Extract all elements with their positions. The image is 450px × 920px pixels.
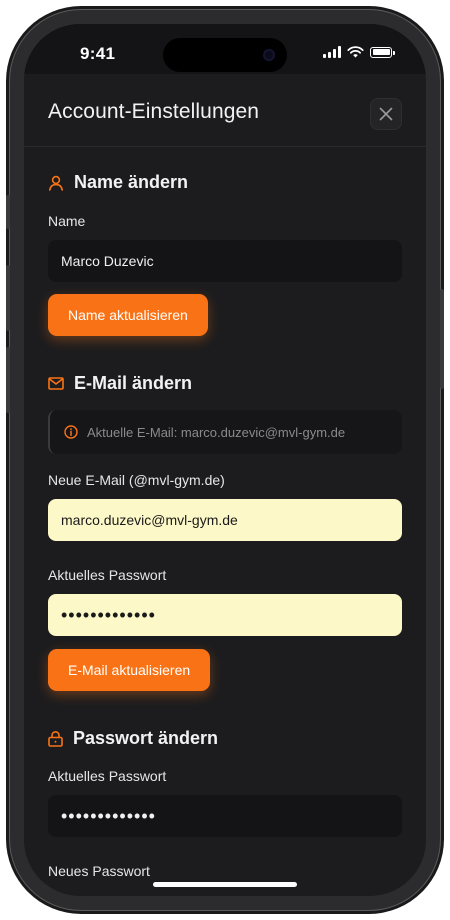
section-password-title: Passwort ändern <box>48 728 218 749</box>
action-button <box>6 195 10 229</box>
section-name-label: Name ändern <box>74 172 189 192</box>
new-email-label: Neue E-Mail (@mvl-gym.de) <box>48 472 225 488</box>
close-icon <box>379 107 393 121</box>
current-password-label: Aktuelles Passwort <box>48 768 167 784</box>
new-password-label: Neues Passwort <box>48 863 150 879</box>
status-bar: 9:41 <box>24 24 426 74</box>
name-field-label: Name <box>48 213 86 229</box>
mail-icon <box>48 377 64 390</box>
email-password-label: Aktuelles Passwort <box>48 567 167 583</box>
info-icon <box>64 425 78 439</box>
current-password-input[interactable]: ••••••••••••• <box>48 795 402 837</box>
status-time: 9:41 <box>80 44 116 63</box>
update-email-button[interactable]: E-Mail aktualisieren <box>48 649 211 691</box>
current-email-text: Aktuelle E-Mail: marco.duzevic@mvl-gym.d… <box>87 424 346 440</box>
lock-icon <box>48 730 63 747</box>
section-password-label: Passwort ändern <box>73 728 219 748</box>
dynamic-island <box>163 38 287 72</box>
name-input[interactable]: Marco Duzevic <box>48 240 402 282</box>
wifi-icon <box>347 46 364 58</box>
close-button[interactable] <box>370 98 402 130</box>
section-email-label: E-Mail ändern <box>74 373 193 393</box>
volume-down-button <box>6 347 10 413</box>
update-name-button[interactable]: Name aktualisieren <box>48 294 208 336</box>
home-indicator[interactable] <box>153 882 297 887</box>
user-icon <box>49 175 63 191</box>
camera-icon <box>263 49 275 61</box>
power-button <box>440 289 444 389</box>
cellular-signal-icon <box>323 46 341 58</box>
page-title: Account-Einstellungen <box>48 100 260 123</box>
section-email-title: E-Mail ändern <box>48 373 192 394</box>
battery-icon <box>370 46 395 58</box>
volume-up-button <box>6 265 10 331</box>
status-icons <box>323 46 395 58</box>
modal-header: Account-Einstellungen <box>24 74 426 147</box>
email-password-input[interactable]: ••••••••••••• <box>48 594 402 636</box>
current-email-info: Aktuelle E-Mail: marco.duzevic@mvl-gym.d… <box>48 410 402 454</box>
app-screen: 9:41 Account-Einstellungen Name ändern N… <box>24 24 426 896</box>
new-email-input[interactable]: marco.duzevic@mvl-gym.de <box>48 499 402 541</box>
section-name-title: Name ändern <box>48 172 188 193</box>
